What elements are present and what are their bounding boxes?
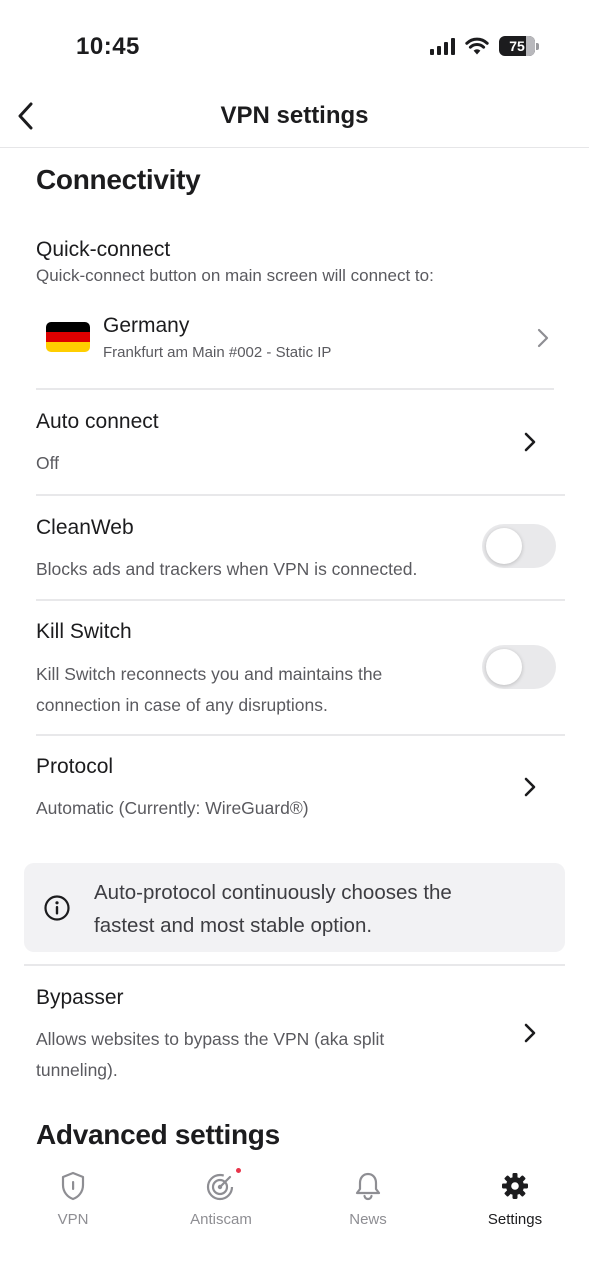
info-text-line2: fastest and most stable option. bbox=[94, 914, 373, 937]
bypasser-row[interactable]: Bypasser Allows websites to bypass the V… bbox=[0, 966, 589, 1096]
chevron-right-icon bbox=[537, 328, 549, 348]
protocol-title: Protocol bbox=[36, 755, 114, 778]
chevron-right-icon bbox=[524, 432, 536, 452]
kill-switch-row: Kill Switch Kill Switch reconnects you a… bbox=[0, 601, 589, 734]
bypasser-title: Bypasser bbox=[36, 986, 124, 1009]
auto-connect-row[interactable]: Auto connect Off bbox=[0, 390, 589, 494]
battery-level: 75 bbox=[509, 38, 525, 54]
chevron-right-icon bbox=[524, 1023, 536, 1043]
section-title-advanced: Advanced settings bbox=[36, 1119, 280, 1150]
tab-label: VPN bbox=[57, 1211, 89, 1228]
info-icon bbox=[44, 895, 70, 921]
settings-content[interactable]: Connectivity Quick-connect Quick-connect… bbox=[0, 148, 589, 1160]
nav-header: VPN settings bbox=[0, 92, 589, 148]
status-time: 10:45 bbox=[76, 33, 140, 60]
quick-connect-subtitle: Quick-connect button on main screen will… bbox=[36, 266, 434, 285]
tab-label: Antiscam bbox=[190, 1211, 252, 1228]
quick-connect-server-row[interactable]: Germany Frankfurt am Main #002 - Static … bbox=[36, 308, 553, 388]
cleanweb-subtitle: Blocks ads and trackers when VPN is conn… bbox=[36, 559, 418, 579]
status-icons: 75 bbox=[430, 36, 539, 56]
bypasser-subtitle-line1: Allows websites to bypass the VPN (aka s… bbox=[36, 1029, 385, 1049]
tab-settings[interactable]: Settings bbox=[445, 1170, 585, 1240]
kill-switch-toggle[interactable] bbox=[482, 645, 556, 689]
protocol-row[interactable]: Protocol Automatic (Currently: WireGuard… bbox=[0, 736, 589, 846]
battery-icon: 75 bbox=[499, 36, 539, 56]
protocol-value: Automatic (Currently: WireGuard®) bbox=[36, 798, 309, 818]
auto-protocol-info-box: Auto-protocol continuously chooses the f… bbox=[24, 863, 565, 952]
tab-label: News bbox=[349, 1211, 387, 1228]
germany-flag-icon bbox=[46, 322, 90, 352]
page-title: VPN settings bbox=[220, 102, 369, 129]
bypasser-subtitle-line2: tunneling). bbox=[36, 1060, 118, 1080]
status-bar: 10:45 75 bbox=[0, 0, 589, 92]
auto-connect-value: Off bbox=[36, 453, 60, 473]
cellular-signal-icon bbox=[430, 37, 455, 55]
notification-badge bbox=[235, 1167, 242, 1174]
info-text-line1: Auto-protocol continuously chooses the bbox=[94, 881, 452, 904]
auto-connect-title: Auto connect bbox=[36, 410, 159, 433]
kill-switch-subtitle-line1: Kill Switch reconnects you and maintains… bbox=[36, 664, 383, 684]
shield-icon bbox=[58, 1170, 88, 1202]
quick-connect-title: Quick-connect bbox=[36, 238, 171, 261]
kill-switch-title: Kill Switch bbox=[36, 620, 132, 643]
section-title-connectivity: Connectivity bbox=[36, 164, 201, 195]
tab-bar: VPN Antiscam News Settings bbox=[0, 1160, 589, 1280]
bell-icon bbox=[353, 1170, 383, 1202]
tab-antiscam[interactable]: Antiscam bbox=[151, 1167, 291, 1240]
kill-switch-subtitle-line2: connection in case of any disruptions. bbox=[36, 695, 328, 715]
cleanweb-toggle[interactable] bbox=[482, 524, 556, 568]
tab-vpn[interactable]: VPN bbox=[3, 1170, 143, 1240]
server-country: Germany bbox=[103, 314, 190, 337]
gear-icon bbox=[500, 1170, 530, 1202]
tab-label: Settings bbox=[487, 1211, 543, 1228]
radar-icon bbox=[206, 1167, 242, 1202]
quick-connect-header: Quick-connect Quick-connect button on ma… bbox=[36, 238, 565, 288]
cleanweb-row: CleanWeb Blocks ads and trackers when VP… bbox=[0, 496, 589, 599]
chevron-right-icon bbox=[524, 777, 536, 797]
tab-news[interactable]: News bbox=[298, 1170, 438, 1240]
server-name: Frankfurt am Main #002 - Static IP bbox=[103, 344, 332, 361]
cleanweb-title: CleanWeb bbox=[36, 516, 134, 539]
wifi-icon bbox=[465, 37, 489, 55]
